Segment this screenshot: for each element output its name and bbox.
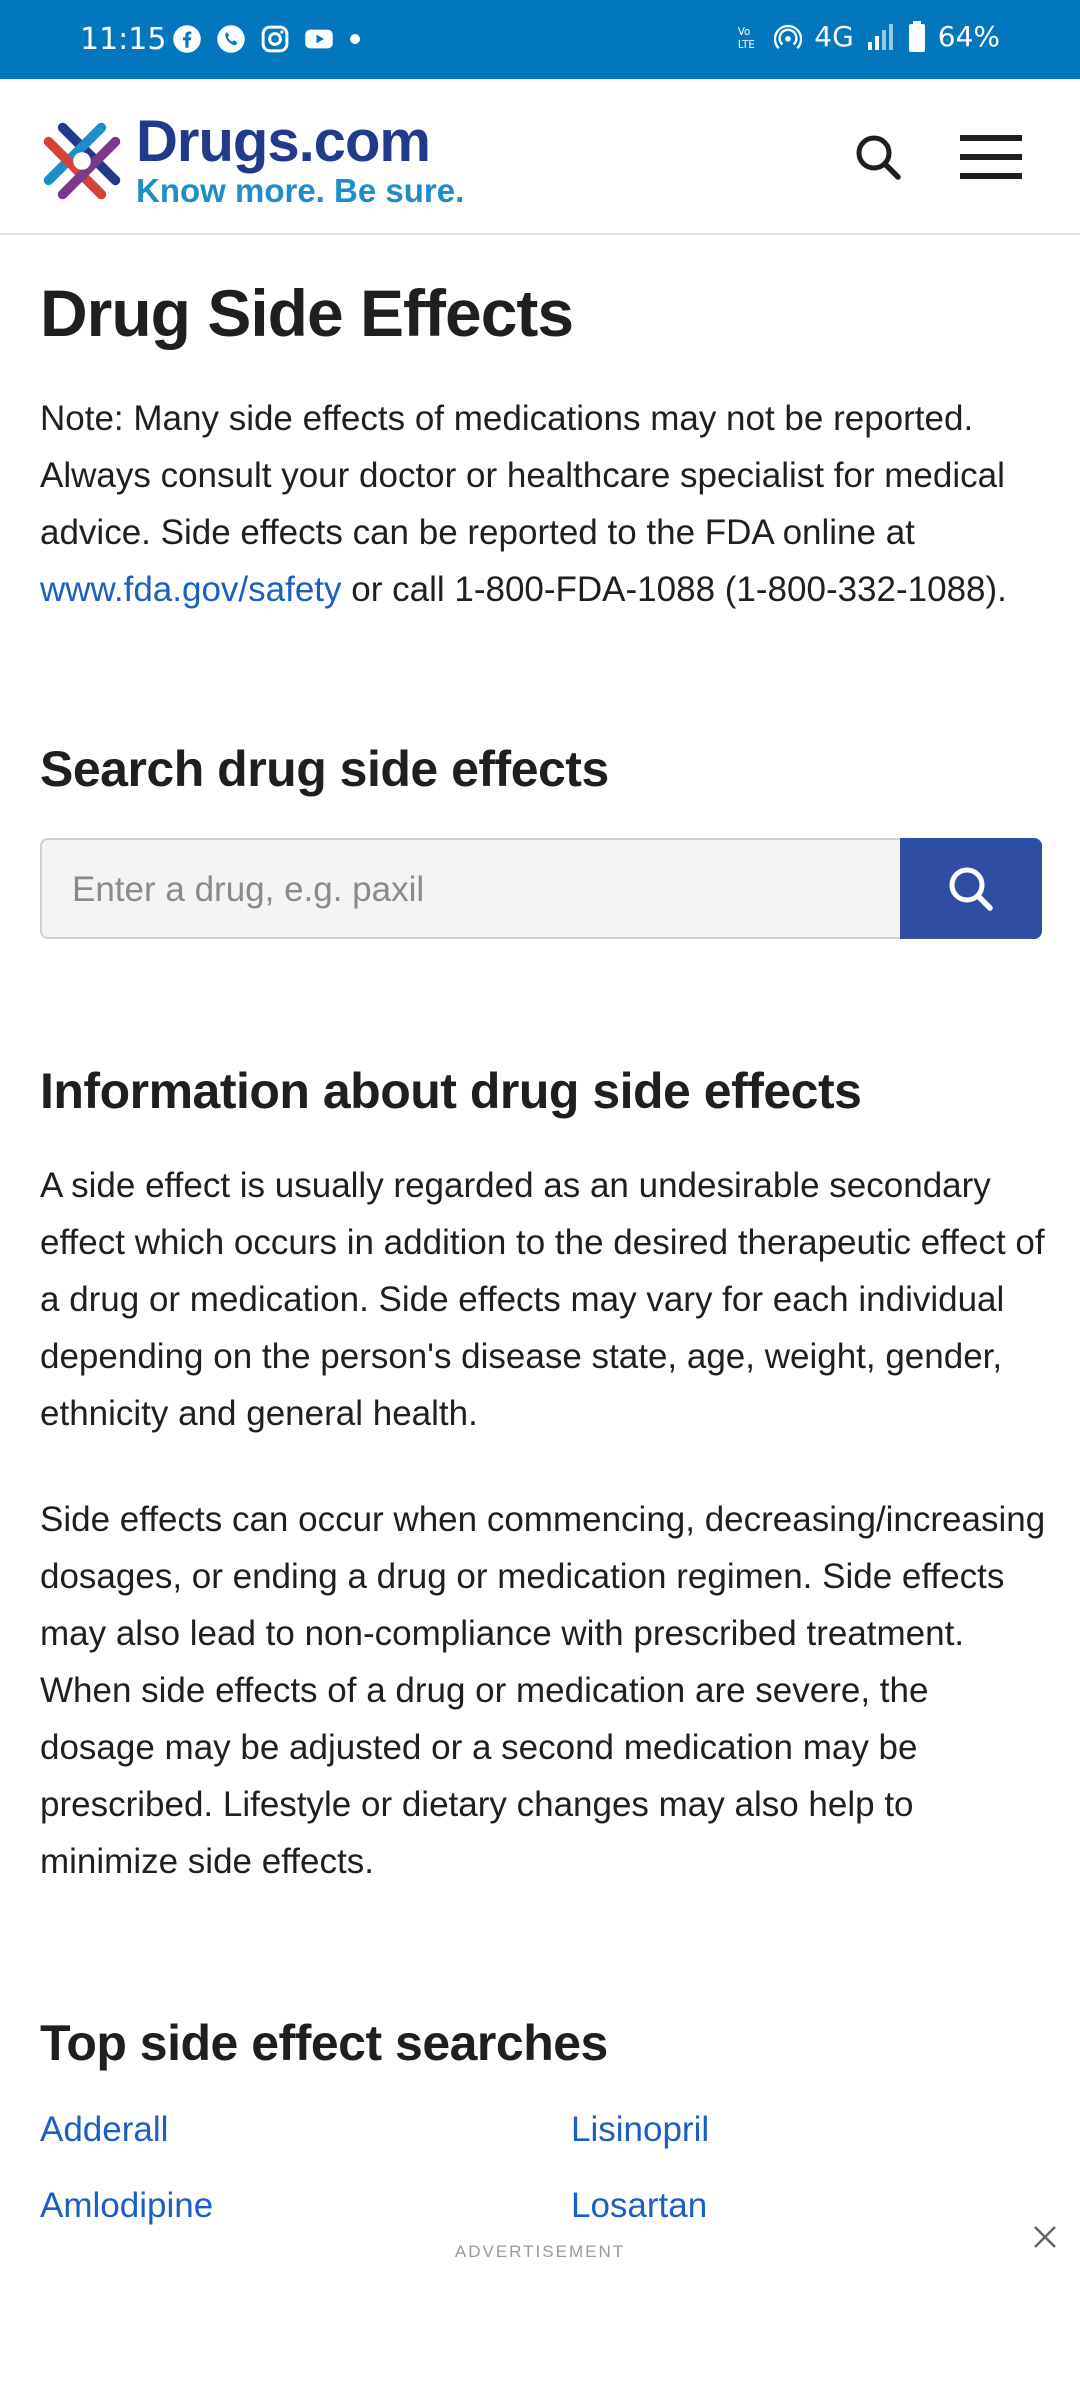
top-search-link[interactable]: Lisinopril (571, 2110, 709, 2150)
info-paragraph-1: A side effect is usually regarded as an … (40, 1166, 1045, 1433)
svg-text:Vo: Vo (738, 27, 750, 38)
status-time: 11:15 (80, 22, 167, 57)
hotspot-icon (774, 24, 803, 49)
facebook-icon (173, 25, 201, 53)
top-searches-heading: Top side effect searches (40, 2015, 608, 2071)
search-button[interactable] (900, 838, 1042, 939)
advertisement-label: ADVERTISEMENT (454, 2242, 626, 2261)
search-icon (949, 867, 993, 911)
battery-level: 64% (937, 20, 1000, 53)
fda-note: Note: Many side effects of medications m… (40, 390, 1050, 618)
page-title: Drug Side Effects (40, 276, 574, 350)
phone-icon (217, 25, 245, 53)
brand-name: Drugs.com (136, 109, 431, 174)
menu-icon[interactable] (958, 127, 1024, 187)
site-logo[interactable]: Drugs.com Know more. Be sure. (38, 113, 464, 209)
note-text-start: Note: Many side effects of medications m… (40, 399, 1005, 552)
search-form (40, 838, 1042, 939)
more-notifications-dot (350, 34, 360, 44)
top-search-link[interactable]: Losartan (571, 2186, 707, 2226)
notification-icons (172, 24, 360, 54)
close-icon[interactable] (1030, 2222, 1060, 2252)
top-search-link[interactable]: Amlodipine (40, 2186, 213, 2226)
site-header: Drugs.com Know more. Be sure. (0, 79, 1080, 235)
logo-icon (43, 122, 121, 200)
signal-icon (867, 23, 893, 50)
system-icons: Vo LTE 4G 64% (736, 20, 1000, 53)
network-type: 4G (814, 20, 854, 53)
info-heading: Information about drug side effects (40, 1063, 862, 1119)
top-search-link[interactable]: Adderall (40, 2110, 168, 2150)
youtube-icon (305, 29, 333, 49)
search-icon[interactable] (850, 129, 906, 185)
battery-icon (908, 20, 925, 52)
status-bar: 11:15 Vo LTE 4G 64% (0, 0, 1080, 79)
note-text-end: or call 1-800-FDA-1088 (1-800-332-1088). (341, 570, 1007, 609)
drug-search-input[interactable] (42, 840, 932, 939)
svg-text:LTE: LTE (738, 40, 755, 51)
fda-safety-link[interactable]: www.fda.gov/safety (40, 570, 342, 609)
volte-icon: Vo LTE (738, 27, 755, 51)
instagram-icon (261, 25, 289, 53)
info-paragraph-2: Side effects can occur when commencing, … (40, 1500, 1046, 1881)
search-heading: Search drug side effects (40, 741, 609, 797)
brand-tagline: Know more. Be sure. (136, 172, 465, 209)
